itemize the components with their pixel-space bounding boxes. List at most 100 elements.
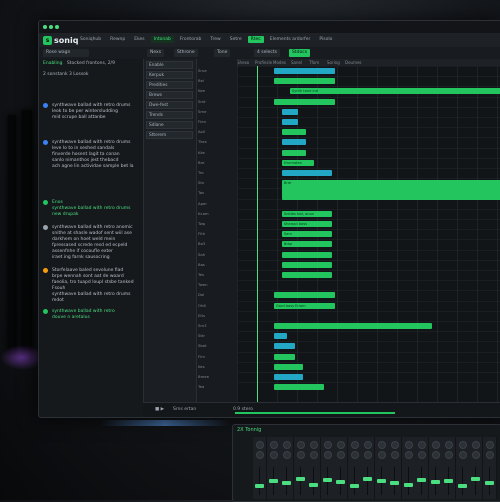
fader-handle[interactable] bbox=[390, 481, 399, 486]
track-name[interactable]: Srue bbox=[198, 68, 207, 73]
chat-message[interactable]: Storfelaave baled sevolune fiad brpe wen… bbox=[43, 268, 139, 304]
fader-handle[interactable] bbox=[471, 476, 480, 481]
knob-icon[interactable] bbox=[458, 451, 467, 459]
track-name[interactable]: Tav bbox=[198, 190, 204, 195]
knob-icon[interactable] bbox=[269, 441, 278, 449]
track-name[interactable]: Sttr bbox=[198, 333, 205, 338]
knob-icon[interactable] bbox=[364, 451, 372, 459]
chat-message[interactable]: synthwave ballad with retro anomic snith… bbox=[43, 225, 139, 261]
audio-clip[interactable]: Brdr bbox=[281, 180, 500, 201]
track-name[interactable]: Sm3 bbox=[198, 323, 207, 328]
track-name[interactable]: Kcam bbox=[198, 211, 209, 216]
knob-icon[interactable] bbox=[472, 451, 480, 459]
menu-item[interactable]: Setre bbox=[227, 36, 245, 43]
knob-icon[interactable] bbox=[377, 451, 386, 459]
inspector-row[interactable]: Sdlane bbox=[146, 121, 193, 129]
playhead[interactable] bbox=[257, 66, 258, 403]
progress-bar[interactable] bbox=[235, 412, 395, 414]
track-name[interactable]: Kke bbox=[198, 150, 205, 155]
arrangement-grid[interactable]: Synth tone lnd Hrumaten Brdr Snbles tod, on… bbox=[237, 66, 500, 403]
audio-clip[interactable] bbox=[273, 68, 335, 74]
knob-icon[interactable] bbox=[445, 451, 453, 459]
track-name[interactable]: Flth bbox=[198, 231, 205, 236]
knob-icon[interactable] bbox=[377, 441, 386, 449]
fader-handle[interactable] bbox=[484, 481, 494, 486]
fader-handle[interactable] bbox=[376, 479, 386, 483]
audio-clip[interactable] bbox=[281, 261, 333, 268]
audio-clip[interactable] bbox=[281, 108, 298, 115]
audio-clip[interactable]: Bdqr bbox=[281, 241, 333, 248]
audio-clip[interactable] bbox=[273, 384, 325, 391]
track-name[interactable]: Kes bbox=[198, 364, 205, 369]
audio-clip[interactable] bbox=[281, 139, 306, 146]
knob-icon[interactable] bbox=[485, 451, 494, 459]
project-selector[interactable]: Rose wagn bbox=[43, 49, 89, 57]
knob-icon[interactable] bbox=[418, 441, 426, 449]
fader-handle[interactable] bbox=[295, 476, 305, 481]
audio-clip[interactable] bbox=[273, 353, 296, 360]
inspector-row[interactable]: Kerpuk bbox=[146, 71, 193, 79]
fader-handle[interactable] bbox=[403, 482, 413, 487]
track-name[interactable]: Sbet bbox=[198, 343, 207, 348]
knob-icon[interactable] bbox=[431, 451, 440, 459]
knob-icon[interactable] bbox=[458, 441, 467, 449]
track-name[interactable]: Aper bbox=[198, 201, 207, 206]
track-name[interactable]: Bmee bbox=[198, 374, 209, 379]
track-name[interactable]: Oh6 bbox=[198, 303, 206, 308]
knob-icon[interactable] bbox=[256, 451, 264, 459]
track-name[interactable]: Flm bbox=[198, 354, 205, 359]
knob-icon[interactable] bbox=[283, 451, 291, 459]
knob-icon[interactable] bbox=[296, 441, 305, 449]
menu-item[interactable]: Intonab bbox=[150, 36, 174, 43]
track-name[interactable]: Dol bbox=[198, 292, 204, 297]
knob-icon[interactable] bbox=[296, 451, 305, 459]
menu-item[interactable]: Soniqhub bbox=[77, 36, 104, 43]
knob-icon[interactable] bbox=[404, 441, 413, 449]
audio-clip[interactable] bbox=[281, 251, 333, 258]
track-name[interactable]: Sah bbox=[198, 252, 205, 257]
fader-handle[interactable] bbox=[349, 483, 359, 488]
menu-item[interactable]: Frontorab bbox=[177, 36, 205, 43]
track-name[interactable]: Bre bbox=[198, 160, 204, 165]
knob-icon[interactable] bbox=[350, 451, 359, 459]
knob-icon[interactable] bbox=[404, 451, 413, 459]
fader-handle[interactable] bbox=[336, 480, 345, 485]
tab-enabling[interactable]: Enabling bbox=[43, 61, 63, 66]
audio-clip[interactable] bbox=[281, 149, 306, 156]
track-name[interactable]: Tro bbox=[198, 170, 204, 175]
app-logo[interactable]: s soniq bbox=[43, 35, 78, 45]
audio-clip[interactable]: Synth tone lnd bbox=[289, 88, 500, 95]
toolbar-button[interactable]: Sthrone bbox=[174, 49, 198, 57]
knob-icon[interactable] bbox=[350, 441, 359, 449]
knob-icon[interactable] bbox=[337, 451, 345, 459]
menu-item[interactable]: Rtec bbox=[247, 36, 264, 43]
fader-handle[interactable] bbox=[430, 480, 440, 485]
audio-clip[interactable] bbox=[281, 272, 333, 278]
menu-item[interactable]: Trew bbox=[207, 36, 223, 43]
audio-clip[interactable] bbox=[281, 119, 298, 125]
track-name[interactable]: Twp bbox=[198, 221, 205, 226]
knob-icon[interactable] bbox=[445, 441, 453, 449]
fader-handle[interactable] bbox=[417, 477, 426, 482]
fader-handle[interactable] bbox=[444, 479, 453, 483]
audio-clip[interactable] bbox=[273, 323, 433, 329]
knob-icon[interactable] bbox=[310, 441, 318, 449]
fader-handle[interactable] bbox=[268, 479, 278, 483]
knob-icon[interactable] bbox=[337, 441, 345, 449]
audio-clip[interactable]: Gard bass Eriam bbox=[273, 302, 335, 309]
inspector-row[interactable]: Stterem bbox=[146, 131, 193, 139]
knob-icon[interactable] bbox=[418, 451, 426, 459]
track-name[interactable]: Tea bbox=[198, 384, 204, 389]
knob-icon[interactable] bbox=[391, 451, 399, 459]
knob-icon[interactable] bbox=[364, 441, 372, 449]
window-dot[interactable] bbox=[55, 25, 59, 29]
knob-icon[interactable] bbox=[391, 441, 399, 449]
menu-item[interactable]: Rewnp bbox=[107, 36, 128, 43]
audio-clip[interactable] bbox=[273, 374, 303, 380]
toolbar-button[interactable]: 4 selects bbox=[254, 49, 281, 57]
track-name[interactable]: Smt bbox=[198, 99, 206, 104]
toolbar-button[interactable]: Tone bbox=[214, 49, 231, 57]
audio-clip[interactable] bbox=[273, 78, 335, 85]
toolbar-button[interactable]: Nexs bbox=[147, 49, 165, 57]
chat-message[interactable]: synthwave ballad with retro drums leok t… bbox=[43, 103, 139, 121]
